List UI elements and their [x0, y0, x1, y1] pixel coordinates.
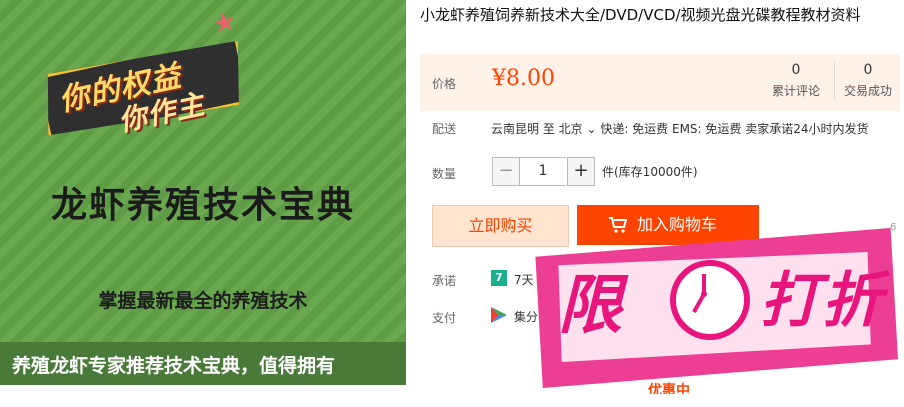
- image-title: 龙虾养殖技术宝典: [50, 185, 355, 226]
- slogan-badge: ★ 你的权益 你作主: [31, 6, 259, 160]
- quantity-label: 数量: [432, 167, 457, 181]
- shipping-info[interactable]: 云南昆明 至 北京 ⌄ 快递: 免运费 EMS: 免运费 卖家承诺24小时内发货: [491, 120, 868, 137]
- quantity-increase-button[interactable]: +: [567, 157, 595, 186]
- quantity-decrease-button[interactable]: −: [492, 157, 520, 186]
- review-count[interactable]: 0 累计评论: [758, 62, 835, 99]
- product-image[interactable]: ★ 你的权益 你作主 龙虾养殖技术宝典 掌握最新最全的养殖技术 养殖龙虾专家推荐…: [0, 0, 406, 385]
- quantity-input[interactable]: 1: [520, 157, 566, 186]
- image-bottom-text: 养殖龙虾专家推荐技术宝典，值得拥有: [12, 355, 336, 377]
- clock-hands-icon: [692, 274, 707, 313]
- payment-method-icon: [491, 307, 507, 323]
- price-panel: 价格 ¥8.00 0 累计评论 0 交易成功: [420, 54, 900, 111]
- seven-day-return-icon: 7: [491, 270, 507, 286]
- discount-sticker: 限 打折: [528, 228, 898, 388]
- stock-info: 件(库存10000件): [602, 165, 698, 179]
- sales-count-label: 交易成功: [843, 84, 892, 98]
- review-count-label: 累计评论: [771, 84, 820, 98]
- clock-icon: [670, 260, 750, 340]
- payment-label: 支付: [432, 311, 457, 325]
- promise-label: 承诺: [432, 274, 457, 288]
- shipping-label: 配送: [432, 122, 457, 136]
- edge-text: 6: [890, 222, 897, 233]
- image-bottom-strip: 养殖龙虾专家推荐技术宝典，值得拥有: [0, 342, 406, 385]
- image-subtitle: 掌握最新最全的养殖技术: [98, 290, 308, 312]
- price-label: 价格: [432, 77, 457, 91]
- sticker-limit-text: 限: [558, 269, 622, 343]
- review-count-number: 0: [791, 62, 801, 78]
- sticker-discount-text: 打折: [760, 266, 884, 336]
- price-value: ¥8.00: [492, 66, 555, 91]
- star-icon: ★: [210, 6, 240, 41]
- product-title: 小龙虾养殖饲养新技术大全/DVD/VCD/视频光盘光碟教程教材资料: [420, 6, 861, 24]
- sales-count[interactable]: 0 交易成功: [836, 62, 900, 99]
- sales-count-number: 0: [863, 62, 873, 78]
- sticker-tail-text: 优惠中: [648, 383, 690, 394]
